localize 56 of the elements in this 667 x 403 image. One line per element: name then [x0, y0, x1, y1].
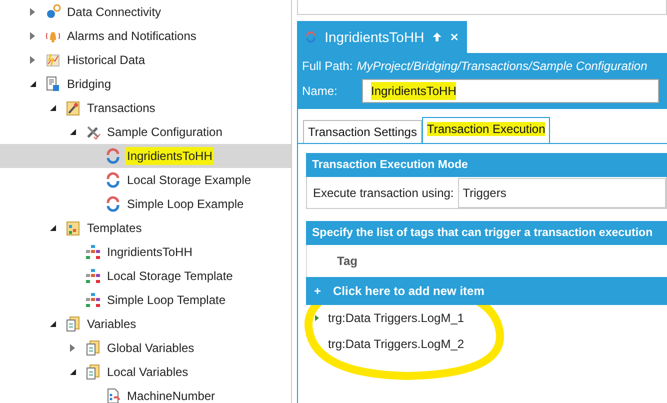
name-label: Name:	[302, 83, 338, 100]
collapse-arrow-icon[interactable]	[28, 79, 38, 89]
mode-dropdown[interactable]: Triggers	[458, 178, 666, 208]
template-icon	[85, 292, 101, 308]
collapse-arrow-icon[interactable]	[68, 367, 78, 377]
folder-icon	[85, 364, 101, 380]
section-header: Transaction Execution Mode	[306, 153, 667, 177]
variable-icon	[105, 388, 121, 403]
template-icon	[85, 268, 101, 284]
folder-icon	[85, 340, 101, 356]
add-item-text: Click here to add new item	[333, 283, 484, 300]
tree-item[interactable]: IngridientsToHH	[0, 144, 291, 168]
tree-item[interactable]: Sample Configuration	[0, 120, 291, 144]
gear-icon	[45, 4, 61, 20]
folder-icon	[65, 100, 81, 116]
template-icon	[85, 244, 101, 260]
tree-item[interactable]: Bridging	[0, 72, 291, 96]
table-cell-text: trg:Data Triggers.LogM_2	[328, 336, 464, 353]
tree-item[interactable]: Simple Loop Example	[0, 192, 291, 216]
folder-icon	[65, 220, 81, 236]
tab[interactable]: Transaction Execution	[422, 117, 550, 143]
collapse-arrow-icon[interactable]	[48, 319, 58, 329]
tree-item[interactable]: Variables	[0, 312, 291, 336]
field-label: Execute transaction using:	[313, 184, 454, 202]
plus-icon: +	[314, 282, 322, 300]
tree-item[interactable]: Templates	[0, 216, 291, 240]
path-value: MyProject/Bridging/Transactions/Sample Configuration	[356, 58, 648, 75]
refresh-icon	[105, 196, 121, 212]
chart-icon	[45, 52, 61, 68]
up-arrow-icon[interactable]	[432, 30, 442, 44]
close-icon[interactable]	[450, 31, 459, 43]
refresh-icon	[105, 172, 121, 188]
refresh-icon	[305, 29, 317, 45]
tree-item[interactable]: Alarms and Notifications	[0, 24, 291, 48]
path-label: Full Path:	[302, 58, 353, 75]
tree-item[interactable]: Data Connectivity	[0, 0, 291, 24]
tree-item[interactable]: Local Variables	[0, 360, 291, 384]
tree-item[interactable]: Global Variables	[0, 336, 291, 360]
document-icon	[45, 76, 61, 92]
tree-item[interactable]: Local Storage Example	[0, 168, 291, 192]
tree-item[interactable]: MachineNumber	[0, 384, 291, 403]
refresh-icon	[105, 148, 121, 164]
name-field[interactable]: IngridientsToHH	[362, 79, 659, 103]
tree-item[interactable]: Simple Loop Template	[0, 288, 291, 312]
folder-icon	[65, 316, 81, 332]
tree-item[interactable]: Historical Data	[0, 48, 291, 72]
tab[interactable]: Transaction Settings	[303, 120, 422, 143]
table-cell-text: trg:Data Triggers.LogM_1	[328, 310, 464, 327]
collapse-arrow-icon[interactable]	[48, 103, 58, 113]
tree-item[interactable]: Local Storage Template	[0, 264, 291, 288]
section-header: Specify the list of tags that can trigger a transaction execution	[306, 221, 667, 245]
collapse-arrow-icon[interactable]	[68, 127, 78, 137]
collapse-arrow-icon[interactable]	[48, 223, 58, 233]
wrench-icon	[85, 124, 101, 140]
tree-item[interactable]: IngridientsToHH	[0, 240, 291, 264]
tree-item[interactable]: Transactions	[0, 96, 291, 120]
